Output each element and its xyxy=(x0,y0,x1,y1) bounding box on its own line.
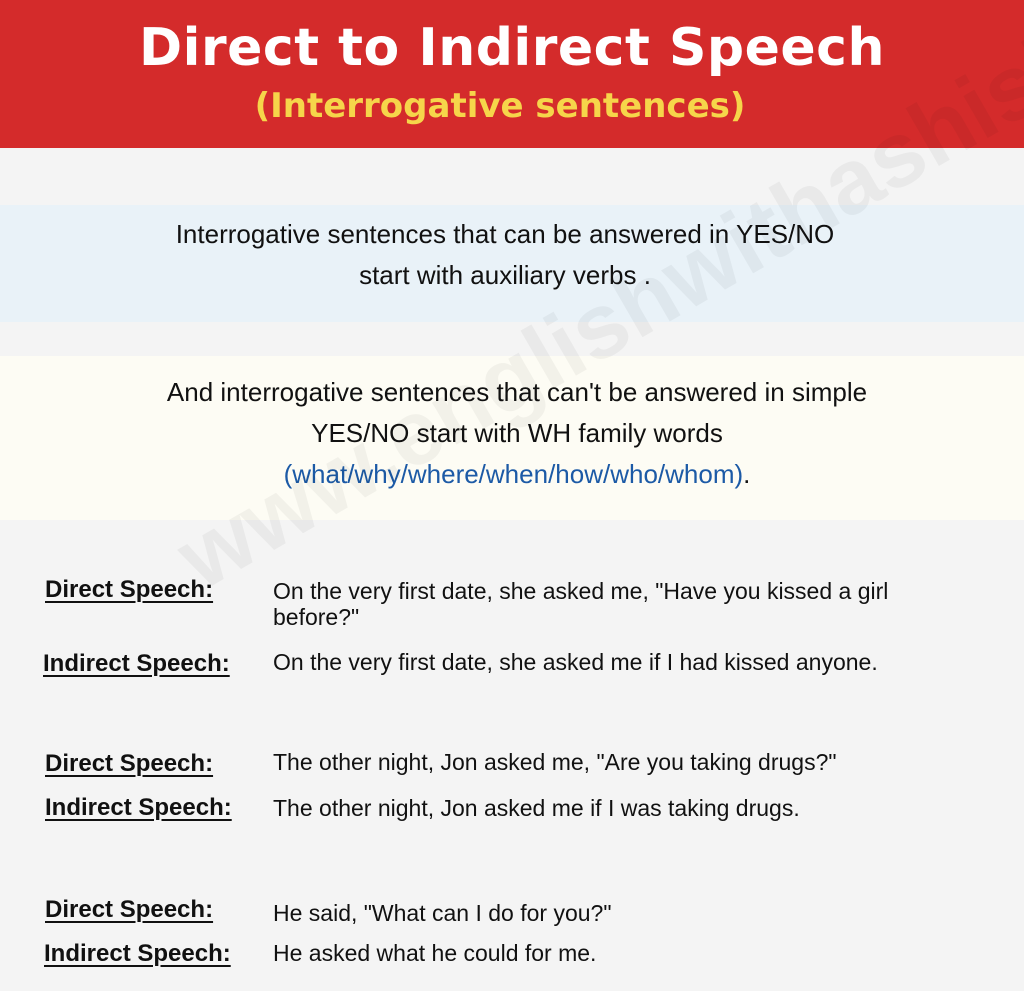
indirect-speech-text: He asked what he could for me. xyxy=(273,940,597,966)
wh-line-2: YES/NO start with WH family words xyxy=(311,418,723,448)
direct-speech-label: Direct Speech: xyxy=(45,750,214,777)
header-banner: Direct to Indirect Speech (Interrogative… xyxy=(0,0,1024,148)
wh-line-3: (what/why/where/when/how/who/whom). xyxy=(0,454,1024,495)
page-title: Direct to Indirect Speech xyxy=(138,18,886,78)
indirect-speech-text: The other night, Jon asked me if I was t… xyxy=(273,795,800,821)
page-subtitle: (Interrogative sentences) xyxy=(254,86,746,126)
direct-speech-label: Direct Speech: xyxy=(45,576,214,603)
direct-speech-text: He said, "What can I do for you?" xyxy=(273,900,612,926)
wh-description: And interrogative sentences that can't b… xyxy=(0,372,1024,495)
wh-period: . xyxy=(743,459,751,489)
direct-speech-label: Direct Speech: xyxy=(45,896,214,923)
indirect-speech-text: On the very first date, she asked me if … xyxy=(273,649,878,675)
wh-line-1: And interrogative sentences that can't b… xyxy=(166,377,868,407)
wh-words: (what/why/where/when/how/who/whom) xyxy=(283,459,744,489)
indirect-speech-label: Indirect Speech: xyxy=(45,794,232,821)
indirect-speech-label: Indirect Speech: xyxy=(44,940,231,967)
yes-no-description: Interrogative sentences that can be answ… xyxy=(0,214,1010,296)
direct-speech-text: On the very first date, she asked me, "H… xyxy=(273,578,889,630)
direct-speech-text: The other night, Jon asked me, "Are you … xyxy=(273,749,837,775)
yes-no-line-1: Interrogative sentences that can be answ… xyxy=(175,219,835,249)
yes-no-line-2: start with auxiliary verbs . xyxy=(359,260,651,290)
indirect-speech-label: Indirect Speech: xyxy=(43,650,230,677)
